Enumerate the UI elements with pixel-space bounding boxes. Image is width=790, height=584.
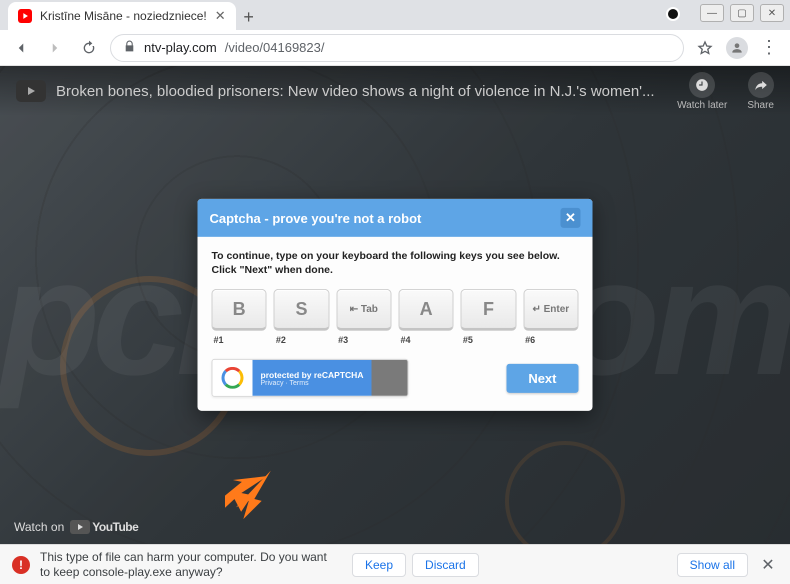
captcha-key-6: ↵ Enter#6 (523, 289, 578, 345)
youtube-logo-icon (16, 80, 46, 102)
download-show-all-button[interactable]: Show all (677, 553, 748, 577)
keycap-icon: ↵ Enter (523, 289, 578, 331)
warning-icon: ! (12, 556, 30, 574)
window-maximize-button[interactable]: ▢ (730, 4, 754, 22)
captcha-key-5: F#5 (461, 289, 516, 345)
share-button[interactable]: Share (747, 72, 774, 111)
keycap-icon: F (461, 289, 516, 331)
download-warning-text: This type of file can harm your computer… (40, 550, 340, 580)
captcha-title: Captcha - prove you're not a robot (210, 210, 422, 225)
address-bar[interactable]: ntv-play.com/video/04169823/ (110, 34, 684, 62)
download-warning-bar: ! This type of file can harm your comput… (0, 544, 790, 584)
video-player-area: pcrisk.com Broken bones, bloodied prison… (0, 66, 790, 544)
captcha-key-2: S#2 (274, 289, 329, 345)
browser-titlebar: Kristīne Misāne - noziedzniece! ✕ + — ▢ … (0, 0, 790, 30)
captcha-key-3: ⇤ Tab#3 (336, 289, 391, 345)
browser-tab[interactable]: Kristīne Misāne - noziedzniece! ✕ (8, 2, 236, 30)
keycap-icon: B (212, 289, 267, 331)
url-host: ntv-play.com (144, 40, 217, 55)
download-discard-button[interactable]: Discard (412, 553, 479, 577)
watch-on-youtube[interactable]: Watch on YouTube (14, 520, 138, 534)
captcha-keys-row: B#1S#2⇤ Tab#3A#4F#5↵ Enter#6 (212, 289, 579, 345)
browser-toolbar: ntv-play.com/video/04169823/ ⋮ (0, 30, 790, 66)
keycap-icon: ⇤ Tab (336, 289, 391, 331)
captcha-instructions: To continue, type on your keyboard the f… (212, 249, 579, 277)
bookmark-star-icon[interactable] (692, 40, 718, 56)
tab-close-icon[interactable]: ✕ (215, 8, 226, 24)
window-minimize-button[interactable]: — (700, 4, 724, 22)
captcha-header: Captcha - prove you're not a robot ✕ (198, 199, 593, 237)
captcha-close-button[interactable]: ✕ (561, 208, 581, 228)
profile-status-icon (666, 7, 680, 21)
watch-later-button[interactable]: Watch later (677, 72, 727, 111)
share-icon (748, 72, 774, 98)
captcha-dialog: Captcha - prove you're not a robot ✕ To … (198, 199, 593, 411)
new-tab-button[interactable]: + (236, 4, 262, 30)
clock-icon (689, 72, 715, 98)
captcha-key-4: A#4 (398, 289, 453, 345)
keycap-icon: S (274, 289, 329, 331)
keycap-icon: A (398, 289, 453, 331)
reload-button[interactable] (76, 35, 102, 61)
lock-icon (123, 40, 136, 56)
forward-button[interactable] (42, 35, 68, 61)
captcha-next-button[interactable]: Next (506, 364, 578, 393)
window-controls: — ▢ ✕ (700, 4, 784, 22)
youtube-favicon-icon (18, 9, 32, 23)
recaptcha-badge: protected by reCAPTCHA Privacy · Terms (212, 359, 409, 397)
window-close-button[interactable]: ✕ (760, 4, 784, 22)
back-button[interactable] (8, 35, 34, 61)
recaptcha-challenge-image (371, 360, 407, 396)
youtube-play-icon (70, 520, 90, 534)
download-bar-close-button[interactable]: ✕ (758, 555, 778, 575)
download-keep-button[interactable]: Keep (352, 553, 406, 577)
url-path: /video/04169823/ (225, 40, 325, 55)
profile-avatar-icon[interactable] (726, 37, 748, 59)
annotation-arrow-icon (225, 466, 280, 521)
browser-menu-button[interactable]: ⋮ (756, 37, 782, 58)
video-title: Broken bones, bloodied prisoners: New vi… (56, 83, 677, 100)
tab-title: Kristīne Misāne - noziedzniece! (40, 9, 207, 23)
recaptcha-spinner-icon (222, 367, 244, 389)
captcha-key-1: B#1 (212, 289, 267, 345)
video-top-bar: Broken bones, bloodied prisoners: New vi… (0, 66, 790, 116)
